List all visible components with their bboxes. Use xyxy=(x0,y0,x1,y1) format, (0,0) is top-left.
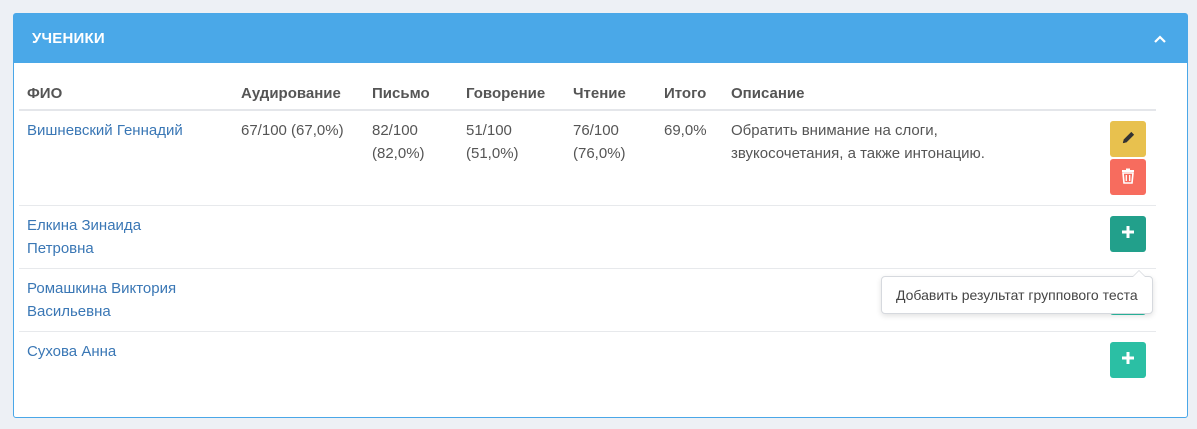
header-name: ФИО xyxy=(19,78,233,111)
total-score: 69,0% xyxy=(664,122,707,139)
speaking-score: 51/100 (51,0%) xyxy=(466,122,519,162)
panel-title: УЧЕНИКИ xyxy=(32,30,105,47)
add-result-button[interactable] xyxy=(1110,215,1146,252)
table-header-row: ФИО Аудирование Письмо Говорение Чтение … xyxy=(19,78,1156,111)
table-row: Сухова Анна xyxy=(19,330,1156,393)
add-result-button[interactable] xyxy=(1110,341,1146,378)
trash-icon xyxy=(1121,168,1135,187)
table-row: Елкина Зинаида Петровна xyxy=(19,204,1156,268)
add-result-tooltip: Добавить результат группового теста xyxy=(881,270,1153,314)
student-name-link[interactable]: Вишневский Геннадий xyxy=(27,122,183,139)
students-table: ФИО Аудирование Письмо Говорение Чтение … xyxy=(19,78,1156,393)
header-reading: Чтение xyxy=(565,78,656,111)
delete-button[interactable] xyxy=(1110,159,1146,195)
header-total: Итого xyxy=(656,78,723,111)
table-row: Вишневский Геннадий 67/100 (67,0%) 82/10… xyxy=(19,110,1156,205)
student-name-link[interactable]: Ромашкина Виктория Васильевна xyxy=(27,280,176,320)
pencil-icon xyxy=(1121,130,1136,148)
chevron-up-icon[interactable] xyxy=(1151,30,1169,48)
reading-score: 76/100 (76,0%) xyxy=(573,122,626,162)
header-writing: Письмо xyxy=(364,78,458,111)
listening-score: 67/100 (67,0%) xyxy=(241,122,344,139)
student-name-link[interactable]: Сухова Анна xyxy=(27,343,116,360)
plus-icon xyxy=(1121,351,1135,368)
header-speaking: Говорение xyxy=(458,78,565,111)
edit-button[interactable] xyxy=(1110,121,1146,157)
header-listening: Аудирование xyxy=(233,78,364,111)
description-text: Обратить внимание на слоги, звукосочетани… xyxy=(731,122,985,162)
header-actions xyxy=(1093,78,1156,111)
panel-header: УЧЕНИКИ xyxy=(14,14,1187,63)
header-description: Описание xyxy=(723,78,1093,111)
plus-icon xyxy=(1121,225,1135,242)
writing-score: 82/100 (82,0%) xyxy=(372,122,425,162)
student-name-link[interactable]: Елкина Зинаида Петровна xyxy=(27,217,141,257)
